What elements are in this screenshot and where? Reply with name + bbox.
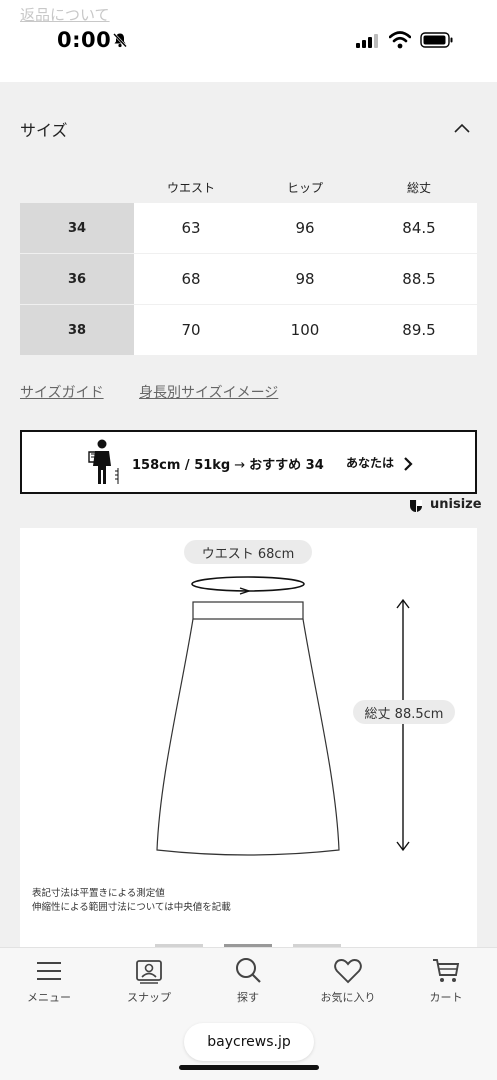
hip-cell: 100 (290, 321, 320, 339)
nav-cart-label: カート (429, 991, 463, 1004)
address-bar[interactable]: baycrews.jp (184, 1023, 314, 1061)
chevron-right-icon (404, 457, 413, 471)
nav-favorites-label: お気に入り (320, 991, 376, 1004)
waist-cell: 68 (181, 270, 201, 288)
measurement-diagram: ウエスト 68cm 総丈 88.5cm 表記寸法は平置きによる測定値 伸縮性によ… (20, 528, 477, 948)
chevron-up-icon[interactable] (453, 122, 471, 134)
body-measure-icon (88, 439, 119, 484)
waist-cell: 63 (181, 219, 201, 237)
arrow: → (234, 458, 246, 473)
column-header-length: 総丈 (406, 181, 431, 195)
table-row: 38 70 100 89.5 (20, 305, 477, 355)
unisize-label: unisize (430, 497, 482, 512)
unisize-logo-icon (410, 500, 423, 512)
recommendation-text: 158cm / 51kg → おすすめ 34 (132, 454, 324, 473)
size-guide-link[interactable]: サイズガイド (20, 382, 104, 402)
nav-menu[interactable]: メニュー (9, 956, 89, 1012)
nav-search[interactable]: 探す (208, 956, 288, 1012)
size-recommendation-button[interactable]: 158cm / 51kg → おすすめ 34 あなたは (20, 430, 477, 494)
wifi-icon (389, 31, 411, 49)
length-cell: 89.5 (402, 321, 436, 339)
table-row: 36 68 98 88.5 (20, 254, 477, 304)
size-cell: 34 (20, 203, 134, 253)
measurement-note: 伸縮性による範囲寸法については中央値を記載 (32, 902, 231, 913)
length-measure-label: 総丈 88.5cm (353, 700, 455, 724)
size-cell: 38 (20, 305, 134, 355)
nav-search-label: 探す (237, 991, 259, 1004)
nav-cart[interactable]: カート (406, 956, 486, 1012)
measurement-note: 表記寸法は平置きによる測定値 (32, 888, 165, 899)
hip-cell: 96 (295, 219, 315, 237)
snap-icon (136, 960, 162, 984)
battery-icon (420, 32, 453, 48)
nav-favorites[interactable]: お気に入り (308, 956, 388, 1012)
body-profile: 158cm / 51kg (132, 458, 231, 473)
status-bar: 返品について 0:00 (0, 0, 497, 82)
signal-icon (356, 34, 378, 48)
clock: 0:00 (57, 28, 112, 52)
table-row: 34 63 96 84.5 (20, 203, 477, 253)
returns-link[interactable]: 返品について (20, 4, 110, 25)
size-cell: 36 (20, 254, 134, 304)
nav-snap-label: スナップ (127, 991, 171, 1004)
size-section-title: サイズ (20, 121, 68, 140)
nav-snap[interactable]: スナップ (109, 956, 189, 1012)
you-label: あなたは (346, 456, 395, 470)
column-header-waist: ウエスト (166, 181, 215, 195)
length-cell: 84.5 (402, 219, 436, 237)
height-size-image-link[interactable]: 身長別サイズイメージ (139, 382, 278, 402)
length-cell: 88.5 (402, 270, 436, 288)
menu-icon (37, 962, 61, 980)
bell-muted-icon (113, 33, 127, 48)
home-indicator[interactable] (179, 1065, 319, 1070)
recommended-size: おすすめ 34 (249, 458, 324, 473)
hip-cell: 98 (295, 270, 315, 288)
waist-measure-label: ウエスト 68cm (184, 540, 312, 564)
cart-icon (433, 959, 460, 982)
heart-icon (334, 959, 362, 984)
column-header-hip: ヒップ (286, 181, 323, 195)
nav-menu-label: メニュー (27, 991, 71, 1004)
search-icon (236, 958, 261, 983)
waist-cell: 70 (181, 321, 201, 339)
